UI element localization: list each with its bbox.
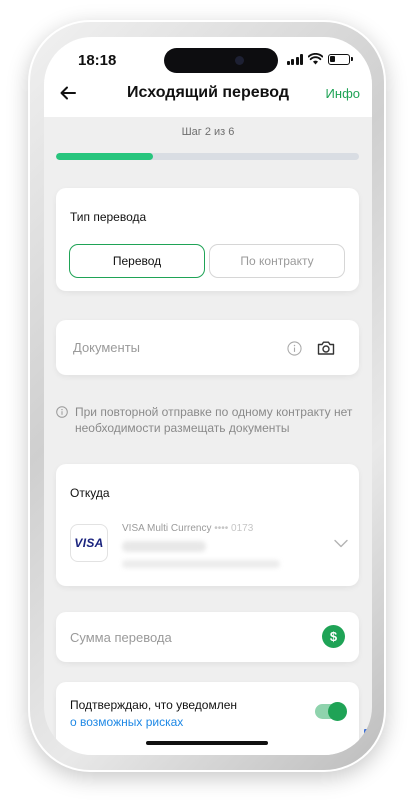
step-progress-fill: [56, 153, 153, 160]
from-account-card: Откуда VISA VISA Multi Currency •••• 017…: [56, 464, 359, 586]
amount-field[interactable]: Сумма перевода $: [56, 612, 359, 662]
card-balance-hidden: [122, 541, 206, 552]
amount-placeholder: Сумма перевода: [70, 630, 172, 645]
info-link[interactable]: Инфо: [326, 86, 360, 101]
visa-logo: VISA: [70, 524, 108, 562]
step-label: Шаг 2 из 6: [181, 126, 235, 138]
documents-placeholder: Документы: [73, 340, 141, 355]
card-balances-hidden: [122, 560, 280, 568]
card-name-line: VISA Multi Currency •••• 0173: [122, 523, 253, 534]
camera-icon[interactable]: [317, 340, 335, 356]
corner-marker: [364, 729, 368, 735]
status-icons: [286, 52, 353, 66]
hint-info-icon: [56, 406, 68, 418]
card-mask: •••• 0173: [214, 523, 254, 534]
toggle-knob: [328, 701, 347, 721]
risk-confirm-label: Подтверждаю, что уведомлен: [70, 698, 237, 712]
chevron-down-icon[interactable]: [334, 539, 348, 548]
hint-text: При повторной отправке по одному контрак…: [75, 405, 353, 435]
app-screen: 18:18 Исходящий перевод Инфо Шаг 2 из 6 …: [44, 37, 372, 755]
home-indicator: [146, 741, 268, 745]
risk-link[interactable]: о возможных рисках: [70, 714, 237, 731]
from-heading: Откуда: [70, 486, 110, 500]
account-selector[interactable]: VISA VISA Multi Currency •••• 0173: [70, 520, 350, 570]
transfer-option-contract[interactable]: По контракту: [209, 244, 345, 278]
dollar-icon[interactable]: $: [322, 625, 345, 648]
risk-confirm-toggle[interactable]: [315, 701, 347, 721]
transfer-type-heading: Тип перевода: [70, 210, 147, 224]
top-bar: 18:18 Исходящий перевод Инфо: [44, 37, 372, 117]
battery-icon: [328, 53, 353, 65]
info-circle-icon[interactable]: [287, 341, 302, 356]
status-time: 18:18: [78, 52, 117, 69]
transfer-type-card: Тип перевода Перевод По контракту: [56, 188, 359, 291]
signal-icon: [286, 53, 303, 65]
step-progress-bar: [56, 153, 359, 160]
card-name: VISA Multi Currency: [122, 523, 212, 534]
card-brand: VISA: [74, 536, 104, 550]
wifi-icon: [308, 53, 323, 65]
dynamic-island: [164, 48, 278, 73]
page-title: Исходящий перевод: [127, 84, 289, 101]
documents-field[interactable]: Документы: [56, 320, 359, 375]
transfer-option-transfer[interactable]: Перевод: [69, 244, 205, 278]
risk-confirm-text: Подтверждаю, что уведомлен о возможных р…: [70, 697, 237, 731]
